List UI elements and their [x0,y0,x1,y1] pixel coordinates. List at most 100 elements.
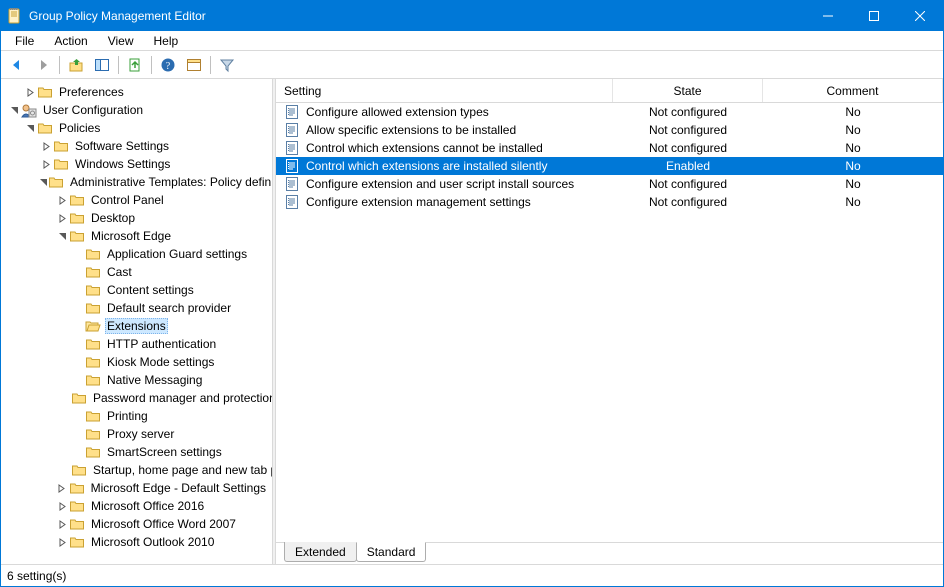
setting-row[interactable]: Allow specific extensions to be installe… [276,121,943,139]
minimize-button[interactable] [805,1,851,31]
setting-row[interactable]: Configure extension and user script inst… [276,175,943,193]
setting-comment: No [763,159,943,173]
export-button[interactable] [123,53,147,77]
chevron-right-icon[interactable] [55,535,69,549]
tree-item-policies[interactable]: Policies [1,119,272,137]
tree-item-msedge[interactable]: Microsoft Edge [1,227,272,245]
chevron-right-icon[interactable] [55,517,69,531]
tree-item-appguard[interactable]: Application Guard settings [1,245,272,263]
tree-item-proxy[interactable]: Proxy server [1,425,272,443]
column-comment[interactable]: Comment [763,79,943,102]
maximize-button[interactable] [851,1,897,31]
tree-item-edgedef[interactable]: Microsoft Edge - Default Settings [1,479,272,497]
chevron-right-icon[interactable] [39,157,53,171]
setting-row[interactable]: Configure allowed extension typesNot con… [276,103,943,121]
tree-item-label: Control Panel [89,193,166,207]
help-button[interactable]: ? [156,53,180,77]
tree-item-outlook2010[interactable]: Microsoft Outlook 2010 [1,533,272,551]
tree-item-cast[interactable]: Cast [1,263,272,281]
tree-item-softset[interactable]: Software Settings [1,137,272,155]
tree-item-smartscr[interactable]: SmartScreen settings [1,443,272,461]
tree-item-userconfig[interactable]: User Configuration [1,101,272,119]
chevron-right-icon[interactable] [55,193,69,207]
chevron-down-icon[interactable] [55,229,69,243]
tree-item-preferences[interactable]: Preferences [1,83,272,101]
chevron-right-icon[interactable] [55,499,69,513]
tree-item-label: Microsoft Office Word 2007 [89,517,238,531]
tree-item-word2007[interactable]: Microsoft Office Word 2007 [1,515,272,533]
back-button[interactable] [5,53,29,77]
menu-view[interactable]: View [100,33,142,49]
tree-item-label: Extensions [105,318,168,334]
close-button[interactable] [897,1,943,31]
column-setting[interactable]: Setting [276,79,613,102]
tree-item-off2016[interactable]: Microsoft Office 2016 [1,497,272,515]
setting-state: Not configured [613,177,763,191]
chevron-right-icon[interactable] [55,211,69,225]
menu-action[interactable]: Action [46,33,95,49]
folder-icon [69,534,85,550]
column-state[interactable]: State [613,79,763,102]
setting-name: Allow specific extensions to be installe… [306,123,516,137]
twisty-none [71,283,85,297]
up-button[interactable] [64,53,88,77]
chevron-right-icon[interactable] [39,139,53,153]
setting-row[interactable]: Control which extensions cannot be insta… [276,139,943,157]
tree-item-cpanel[interactable]: Control Panel [1,191,272,209]
setting-row[interactable]: Configure extension management settingsN… [276,193,943,211]
tree-item-winset[interactable]: Windows Settings [1,155,272,173]
twisty-none [71,355,85,369]
tree: Preferences User ConfigurationPoliciesSof… [1,79,272,555]
tree-item-label: Cast [105,265,134,279]
setting-name: Control which extensions cannot be insta… [306,141,543,155]
tree-item-desktop[interactable]: Desktop [1,209,272,227]
userconfig-icon [21,102,37,118]
tree-item-printing[interactable]: Printing [1,407,272,425]
filter-button[interactable] [215,53,239,77]
tree-item-defsearch[interactable]: Default search provider [1,299,272,317]
folder-icon [85,444,101,460]
tree-item-pwmgr[interactable]: Password manager and protection [1,389,272,407]
tree-item-kiosk[interactable]: Kiosk Mode settings [1,353,272,371]
tree-pane[interactable]: Preferences User ConfigurationPoliciesSof… [1,79,272,564]
setting-state: Not configured [613,123,763,137]
properties-button[interactable] [182,53,206,77]
tree-item-native[interactable]: Native Messaging [1,371,272,389]
titlebar[interactable]: Group Policy Management Editor [1,1,943,31]
settings-list[interactable]: Configure allowed extension typesNot con… [276,103,943,542]
folder-icon [69,480,85,496]
chevron-right-icon[interactable] [23,85,37,99]
show-hide-tree-button[interactable] [90,53,114,77]
setting-row[interactable]: Control which extensions are installed s… [276,157,943,175]
tree-item-label: Application Guard settings [105,247,249,261]
chevron-right-icon[interactable] [55,481,69,495]
tree-item-httpauth[interactable]: HTTP authentication [1,335,272,353]
tree-item-contentset[interactable]: Content settings [1,281,272,299]
tab-strip: Extended Standard [276,542,943,564]
twisty-none [71,409,85,423]
tree-item-label: Administrative Templates: Policy definit… [68,175,272,189]
tree-item-startup[interactable]: Startup, home page and new tab page [1,461,272,479]
tree-item-admtmpl[interactable]: Administrative Templates: Policy definit… [1,173,272,191]
tab-standard[interactable]: Standard [356,542,427,562]
menu-file[interactable]: File [7,33,42,49]
forward-button[interactable] [31,53,55,77]
toolbar-separator [151,56,152,74]
chevron-down-icon[interactable] [39,175,48,189]
tree-item-extensions[interactable]: Extensions [1,317,272,335]
status-text: 6 setting(s) [7,569,66,583]
folder-icon [69,516,85,532]
folder-icon [69,228,85,244]
policy-icon [284,140,300,156]
tree-item-label: Windows Settings [73,157,172,171]
menu-help[interactable]: Help [146,33,187,49]
folder-icon [85,246,101,262]
svg-text:?: ? [166,61,171,72]
chevron-down-icon[interactable] [23,121,37,135]
tab-extended[interactable]: Extended [284,542,357,562]
tree-item-label: Native Messaging [105,373,204,387]
tree-item-label: Preferences [57,85,126,99]
details-pane: Setting State Comment Configure allowed … [276,79,943,564]
chevron-down-icon[interactable] [7,103,21,117]
app-icon [7,8,23,24]
